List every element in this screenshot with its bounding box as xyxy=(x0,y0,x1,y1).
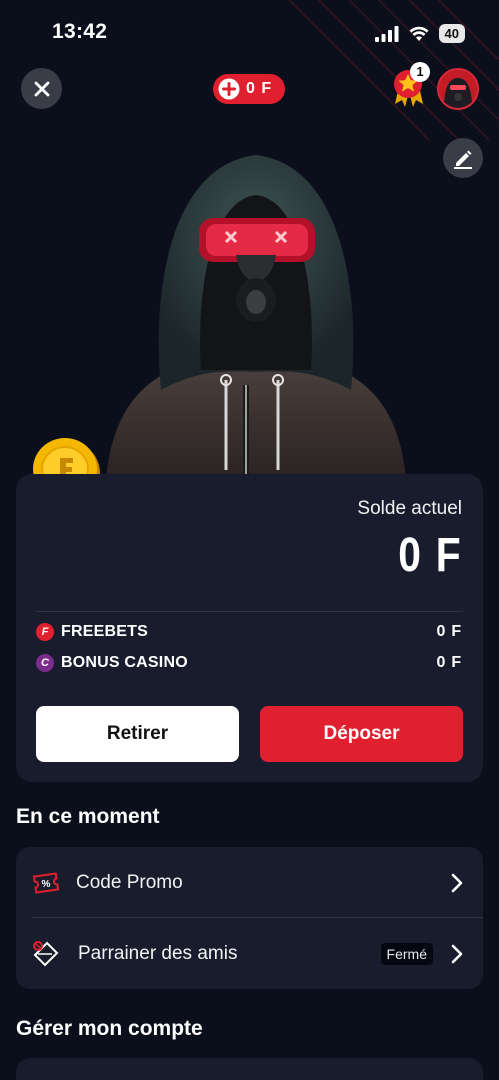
close-button[interactable] xyxy=(21,68,62,109)
freebets-label: FREEBETS xyxy=(61,623,148,640)
bonus-casino-row: C BONUS CASINO 0 F xyxy=(36,652,462,674)
referral-icon xyxy=(33,940,59,966)
withdraw-button[interactable]: Retirer xyxy=(36,706,239,762)
moment-menu-card: % Code Promo Parrainer des amis Fermé xyxy=(16,847,483,989)
svg-text:%: % xyxy=(42,879,51,890)
divider xyxy=(36,611,463,612)
rewards-button[interactable]: 1 xyxy=(390,62,430,110)
status-badge: Fermé xyxy=(380,942,433,965)
wifi-icon xyxy=(409,26,429,41)
balance-label: Solde actuel xyxy=(357,498,462,519)
bonus-casino-icon: C xyxy=(36,654,54,672)
freebets-amount: 0 F xyxy=(436,623,462,640)
account-menu-card xyxy=(16,1058,483,1080)
section-title-moment: En ce moment xyxy=(16,805,160,828)
bonus-casino-amount: 0 F xyxy=(436,654,462,671)
section-title-account: Gérer mon compte xyxy=(16,1017,203,1040)
rewards-count-badge: 1 xyxy=(410,62,430,82)
freebets-icon: F xyxy=(36,623,54,641)
edit-avatar-button[interactable] xyxy=(443,138,483,178)
avatar-icon xyxy=(439,70,477,108)
pencil-icon xyxy=(454,150,472,169)
balance-card: Solde actuel 0 F F FREEBETS 0 F C BONUS … xyxy=(16,474,483,782)
bonus-casino-label: BONUS CASINO xyxy=(61,654,188,671)
header-balance-pill[interactable]: 0 F xyxy=(213,74,285,104)
header-balance-value: 0 F xyxy=(246,80,273,97)
battery-indicator: 40 xyxy=(438,24,465,43)
chevron-right-icon xyxy=(451,944,463,963)
promo-ticket-icon: % xyxy=(32,871,60,894)
deposit-button[interactable]: Déposer xyxy=(260,706,463,762)
menu-item-referral[interactable]: Parrainer des amis Fermé xyxy=(16,918,483,989)
menu-item-promo-code[interactable]: % Code Promo xyxy=(16,847,483,918)
top-bar: 0 F 1 xyxy=(0,62,499,110)
referral-label: Parrainer des amis xyxy=(78,942,238,964)
avatar-illustration xyxy=(106,155,406,480)
clock: 13:42 xyxy=(52,20,108,43)
freebets-row: F FREEBETS 0 F xyxy=(36,621,462,643)
status-bar: 13:42 40 xyxy=(0,0,499,140)
chevron-right-icon xyxy=(451,873,463,892)
promo-code-label: Code Promo xyxy=(76,871,183,893)
plus-circle-icon xyxy=(218,78,240,100)
balance-value: 0 F xyxy=(397,529,462,582)
cellular-signal-icon xyxy=(374,25,399,42)
close-icon xyxy=(34,81,49,96)
status-icons: 40 xyxy=(374,24,465,43)
profile-avatar[interactable] xyxy=(437,68,479,110)
